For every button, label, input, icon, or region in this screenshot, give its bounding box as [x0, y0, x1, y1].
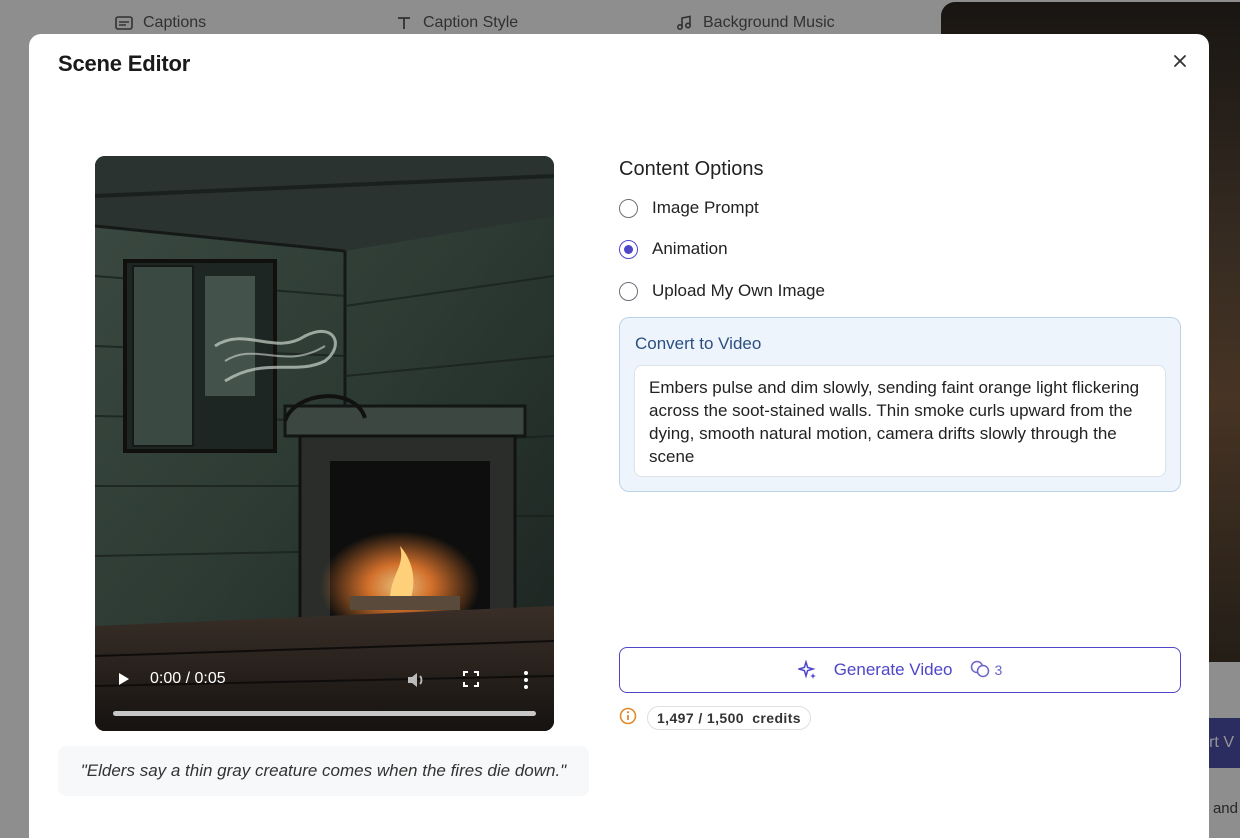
more-options-button[interactable]: [519, 669, 533, 691]
convert-to-video-panel: Convert to Video Embers pulse and dim sl…: [619, 317, 1181, 492]
generate-cost-value: 3: [994, 662, 1003, 678]
radio-upload-image[interactable]: [619, 281, 638, 301]
radio-image-prompt[interactable]: [619, 198, 638, 218]
volume-button[interactable]: [405, 669, 427, 691]
credits-row: 1,497 / 1,500 credits: [619, 706, 811, 730]
more-vertical-icon: [519, 671, 533, 695]
generate-video-button[interactable]: Generate Video 3: [619, 647, 1181, 693]
volume-icon: [405, 673, 427, 695]
close-icon: [1173, 54, 1187, 73]
credits-unit: credits: [752, 710, 801, 726]
play-icon: [115, 673, 131, 692]
option-upload-image[interactable]: Upload My Own Image: [619, 281, 825, 301]
play-button[interactable]: [115, 670, 133, 688]
scene-editor-modal: Scene Editor 0:00 / 0:05 "Elders say a t…: [29, 34, 1209, 838]
fullscreen-icon: [462, 671, 480, 692]
credits-badge: 1,497 / 1,500 credits: [647, 706, 811, 730]
video-controls: 0:00 / 0:05: [95, 641, 554, 731]
info-icon: [619, 707, 637, 730]
video-time: 0:00 / 0:05: [150, 670, 226, 687]
sparkle-icon: [796, 659, 818, 680]
option-label: Upload My Own Image: [652, 281, 825, 300]
animation-prompt-input[interactable]: Embers pulse and dim slowly, sending fai…: [634, 365, 1166, 477]
coins-icon: [970, 660, 990, 681]
scene-caption-quote: "Elders say a thin gray creature comes w…: [58, 746, 589, 796]
option-label: Animation: [652, 239, 728, 258]
option-label: Image Prompt: [652, 198, 759, 217]
generate-video-label: Generate Video: [833, 660, 953, 679]
radio-selected-dot: [624, 244, 633, 254]
video-progress-bar[interactable]: [113, 711, 536, 716]
generate-cost: 3: [970, 660, 1002, 681]
close-button[interactable]: [1169, 52, 1191, 74]
video-player[interactable]: 0:00 / 0:05: [95, 156, 554, 731]
option-animation[interactable]: Animation: [619, 239, 728, 259]
option-image-prompt[interactable]: Image Prompt: [619, 198, 759, 218]
fullscreen-button[interactable]: [462, 670, 480, 688]
credits-used: 1,497 / 1,500: [657, 710, 744, 726]
content-options-title: Content Options: [619, 158, 764, 180]
modal-title: Scene Editor: [58, 51, 191, 76]
convert-to-video-title: Convert to Video: [635, 334, 762, 353]
radio-animation[interactable]: [619, 239, 638, 259]
